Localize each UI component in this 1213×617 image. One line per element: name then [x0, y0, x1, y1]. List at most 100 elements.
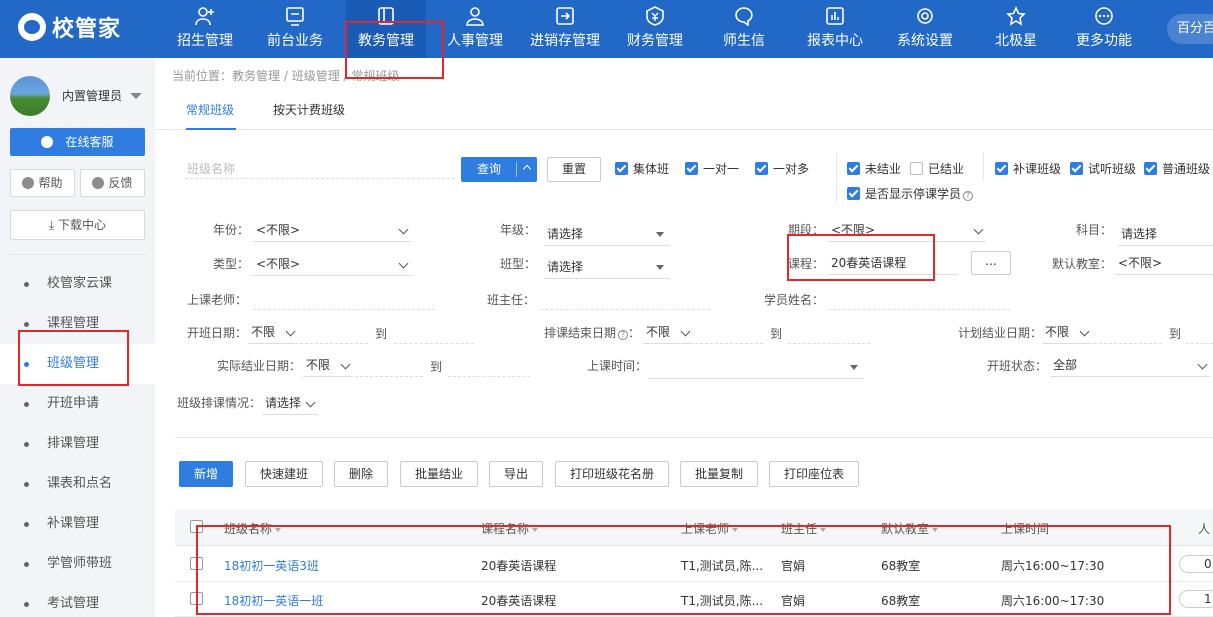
nav-hr[interactable]: 人事管理	[440, 0, 510, 58]
sidebar-item-timetable[interactable]: 课表和点名	[0, 464, 155, 504]
period-select[interactable]: <不限>	[828, 218, 986, 242]
print-seating-button[interactable]: 打印座位表	[769, 461, 859, 487]
help-icon[interactable]: ?	[963, 191, 974, 201]
col-teacher[interactable]: 上课老师	[681, 520, 739, 537]
course-picker-button[interactable]: ...	[971, 251, 1011, 275]
count-cell[interactable]: 1	[1179, 590, 1213, 608]
class-name-link[interactable]: 18初初一英语一班	[224, 592, 323, 609]
row-checkbox[interactable]	[190, 592, 203, 605]
print-roster-button[interactable]: 打印班级花名册	[555, 461, 669, 487]
col-class-time[interactable]: 上课时间	[1001, 520, 1049, 537]
sidebar-item-class-apply[interactable]: 开班申请	[0, 384, 155, 424]
nav-more[interactable]: 更多功能	[1068, 0, 1140, 58]
batch-graduate-button[interactable]: 批量结业	[400, 461, 478, 487]
sidebar-item-makeup[interactable]: 补课管理	[0, 504, 155, 544]
breadcrumb-path[interactable]: 教务管理 / 班级管理 / 常规班级	[232, 69, 399, 83]
tab-regular-class[interactable]: 常规班级	[186, 90, 236, 130]
nav-polaris[interactable]: 北极星	[986, 0, 1046, 58]
class-status-select[interactable]: 全部	[1050, 353, 1210, 377]
count-cell[interactable]: 0	[1179, 555, 1213, 573]
query-button[interactable]: 查询	[461, 157, 537, 182]
caret-down-icon[interactable]	[130, 93, 142, 99]
checkbox-not-graduated[interactable]: 未结业	[847, 160, 901, 177]
add-button[interactable]: 新增	[179, 461, 233, 487]
open-date-end-input[interactable]	[394, 322, 474, 344]
batch-copy-button[interactable]: 批量复制	[680, 461, 758, 487]
user-name[interactable]: 内置管理员	[62, 87, 122, 104]
sidebar-item-cloud-class[interactable]: 校管家云课	[0, 264, 155, 304]
student-input[interactable]	[828, 288, 1010, 310]
nav-finance[interactable]: 财务管理	[620, 0, 690, 58]
plan-end-start-input[interactable]	[1094, 322, 1162, 344]
col-count[interactable]: 人	[1198, 520, 1210, 537]
subject-select[interactable]: 请选择	[1118, 222, 1213, 246]
sidebar-item-course[interactable]: 课程管理	[0, 304, 155, 344]
sched-status-select[interactable]: 请选择	[262, 391, 318, 415]
course-input[interactable]: 20春英语课程	[828, 251, 958, 275]
help-button[interactable]: 帮助	[10, 169, 75, 197]
checkbox-group-class[interactable]: 集体班	[615, 160, 669, 177]
actual-end-range-select[interactable]: 不限	[303, 353, 353, 377]
sched-end-range-select[interactable]: 不限	[643, 320, 693, 344]
teacher-input[interactable]	[253, 288, 435, 310]
avatar[interactable]	[10, 76, 50, 116]
nav-enrollment[interactable]: 招生管理	[168, 0, 242, 58]
checkbox-normal-class[interactable]: 普通班级	[1144, 160, 1210, 177]
col-head-teacher[interactable]: 班主任	[781, 520, 827, 537]
nav-messages[interactable]: 师生信	[714, 0, 774, 58]
sched-end-start-input[interactable]	[695, 322, 763, 344]
plan-end-range-select[interactable]: 不限	[1042, 320, 1092, 344]
nav-reports[interactable]: 报表中心	[800, 0, 870, 58]
feedback-button[interactable]: 反馈	[80, 169, 145, 197]
sidebar-item-schedule[interactable]: 排课管理	[0, 424, 155, 464]
nav-settings[interactable]: 系统设置	[890, 0, 960, 58]
org-switcher[interactable]: 百分百	[1167, 14, 1213, 44]
row-checkbox[interactable]	[190, 557, 203, 570]
col-class-name[interactable]: 班级名称	[224, 520, 282, 537]
open-date-start-input[interactable]	[300, 322, 368, 344]
quick-create-button[interactable]: 快速建班	[245, 461, 323, 487]
plan-end-end-input[interactable]	[1186, 322, 1213, 344]
select-all-checkbox[interactable]	[190, 520, 203, 533]
type-select[interactable]: <不限>	[253, 252, 411, 276]
bullet-icon	[24, 482, 29, 487]
checkbox-one-to-one[interactable]: 一对一	[685, 160, 739, 177]
tab-daily-billing-class[interactable]: 按天计费班级	[273, 90, 345, 130]
nav-academic[interactable]: 教务管理	[346, 0, 426, 58]
actual-end-start-input[interactable]	[355, 355, 423, 377]
export-button[interactable]: 导出	[489, 461, 543, 487]
grade-select[interactable]: 请选择	[544, 222, 670, 246]
checkbox-makeup-class[interactable]: 补课班级	[995, 160, 1061, 177]
head-teacher-cell: 官娟	[781, 559, 806, 573]
class-name-link[interactable]: 18初初一英语3班	[224, 557, 319, 574]
checkbox-graduated[interactable]: 已结业	[910, 160, 964, 177]
nav-inventory[interactable]: 进销存管理	[524, 0, 606, 58]
actual-end-end-input[interactable]	[448, 355, 530, 377]
class-type-select[interactable]: 请选择	[544, 255, 670, 279]
room-select[interactable]: <不限>	[1115, 251, 1213, 275]
class-time-select[interactable]	[648, 355, 864, 379]
reset-button[interactable]: 重置	[547, 157, 601, 182]
help-icon[interactable]: ?	[618, 330, 629, 340]
bullet-icon	[24, 522, 29, 527]
checkbox-trial-class[interactable]: 试听班级	[1070, 160, 1136, 177]
col-label: 课程名称	[481, 522, 530, 536]
sched-end-text: 排课结束日期	[544, 326, 617, 340]
app-logo[interactable]: 校管家	[18, 11, 121, 43]
sched-end-end-input[interactable]	[788, 322, 870, 344]
download-center-button[interactable]: ⤓ 下载中心	[10, 210, 145, 240]
sidebar-item-mentor-class[interactable]: 学管师带班	[0, 544, 155, 584]
nav-front-desk[interactable]: 前台业务	[258, 0, 332, 58]
checkbox-one-to-many[interactable]: 一对多	[755, 160, 809, 177]
col-room[interactable]: 默认教室	[881, 520, 939, 537]
checkbox-show-suspended[interactable]: 是否显示停课学员?	[847, 185, 974, 202]
open-date-range-select[interactable]: 不限	[248, 320, 298, 344]
chevron-up-icon[interactable]	[522, 164, 532, 174]
sidebar-item-class[interactable]: 班级管理	[0, 344, 155, 384]
delete-button[interactable]: 删除	[334, 461, 388, 487]
sidebar-item-exam[interactable]: 考试管理	[0, 584, 155, 617]
head-teacher-input[interactable]	[540, 288, 710, 310]
col-course-name[interactable]: 课程名称	[481, 520, 539, 537]
year-select[interactable]: <不限>	[253, 218, 411, 242]
online-service-button[interactable]: 在线客服	[10, 128, 145, 156]
